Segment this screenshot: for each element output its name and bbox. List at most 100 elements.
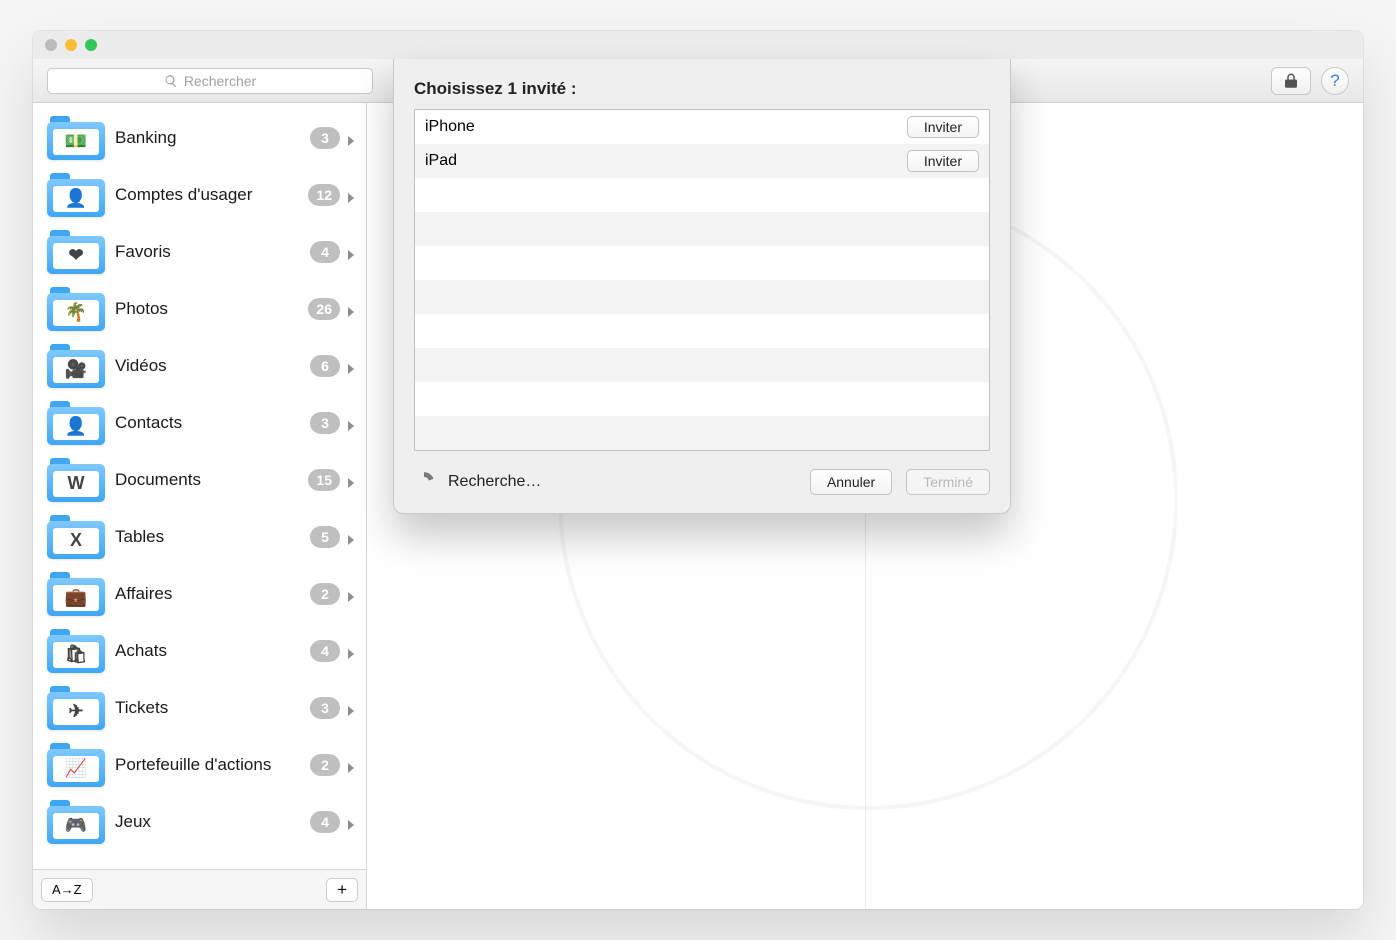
chevron-right-icon <box>346 703 356 713</box>
search-placeholder: Rechercher <box>184 73 256 89</box>
chevron-right-icon <box>346 133 356 143</box>
sidebar-item-label: Banking <box>115 128 310 148</box>
sidebar-item-label: Affaires <box>115 584 310 604</box>
sidebar-item-label: Documents <box>115 470 308 490</box>
chevron-right-icon <box>346 190 356 200</box>
sidebar-item-label: Tables <box>115 527 310 547</box>
folder-icon: 🛍 <box>47 629 105 673</box>
sidebar-item-5[interactable]: 👤 Contacts3 <box>41 394 366 451</box>
sidebar-item-9[interactable]: 🛍Achats4 <box>41 622 366 679</box>
folder-icon: 🎥 <box>47 344 105 388</box>
chevron-right-icon <box>346 361 356 371</box>
window-close-button[interactable] <box>45 39 57 51</box>
spinner-icon <box>414 472 434 492</box>
folder-icon: 💵 <box>47 116 105 160</box>
sidebar-item-6[interactable]: W Documents15 <box>41 451 366 508</box>
sidebar-item-label: Tickets <box>115 698 310 718</box>
sidebar-item-count: 3 <box>310 127 340 149</box>
folder-icon: 💼 <box>47 572 105 616</box>
sidebar-item-2[interactable]: ❤ Favoris4 <box>41 223 366 280</box>
dialog-title: Choisissez 1 invité : <box>414 79 990 99</box>
sidebar-item-count: 4 <box>310 811 340 833</box>
sidebar-item-count: 6 <box>310 355 340 377</box>
folder-icon: 📈 <box>47 743 105 787</box>
chevron-right-icon <box>346 247 356 257</box>
invite-button[interactable]: Inviter <box>907 116 979 138</box>
folder-icon: 👤 <box>47 401 105 445</box>
folder-icon: 🎮 <box>47 800 105 844</box>
folder-icon: W <box>47 458 105 502</box>
cancel-button[interactable]: Annuler <box>810 469 892 495</box>
sidebar-item-label: Comptes d'usager <box>115 185 308 205</box>
sidebar-item-4[interactable]: 🎥 Vidéos6 <box>41 337 366 394</box>
sidebar-item-label: Favoris <box>115 242 310 262</box>
search-icon <box>164 74 178 88</box>
help-button[interactable]: ? <box>1321 67 1349 95</box>
sidebar-item-1[interactable]: 👤 Comptes d'usager12 <box>41 166 366 223</box>
sidebar-item-count: 3 <box>310 697 340 719</box>
folder-icon: 👤 <box>47 173 105 217</box>
sidebar-item-count: 12 <box>308 184 340 206</box>
invite-row-empty <box>415 280 989 314</box>
sidebar-item-label: Vidéos <box>115 356 310 376</box>
sidebar-item-count: 15 <box>308 469 340 491</box>
invite-button[interactable]: Inviter <box>907 150 979 172</box>
invite-row-empty <box>415 314 989 348</box>
sidebar-item-count: 5 <box>310 526 340 548</box>
sidebar-item-count: 3 <box>310 412 340 434</box>
main-window: Rechercher ? 💵Banking3👤Comptes d'usager1… <box>33 31 1363 909</box>
sidebar-item-10[interactable]: ✈ Tickets3 <box>41 679 366 736</box>
invite-row-name: iPhone <box>425 118 907 136</box>
sidebar-item-label: Jeux <box>115 812 310 832</box>
window-minimize-button[interactable] <box>65 39 77 51</box>
chevron-right-icon <box>346 475 356 485</box>
chevron-right-icon <box>346 304 356 314</box>
invite-row-empty <box>415 246 989 280</box>
chevron-right-icon <box>346 418 356 428</box>
sidebar-item-7[interactable]: X Tables5 <box>41 508 366 565</box>
invite-row-empty <box>415 416 989 450</box>
sidebar-item-label: Contacts <box>115 413 310 433</box>
invite-row-name: iPad <box>425 152 907 170</box>
window-titlebar[interactable] <box>33 31 1363 59</box>
chevron-right-icon <box>346 646 356 656</box>
sidebar-item-count: 26 <box>308 298 340 320</box>
sidebar-item-8[interactable]: 💼 Affaires2 <box>41 565 366 622</box>
help-icon: ? <box>1330 71 1339 91</box>
sort-button[interactable]: A→Z <box>41 878 93 902</box>
search-status: Recherche… <box>448 473 796 491</box>
chevron-right-icon <box>346 589 356 599</box>
sidebar-item-count: 4 <box>310 241 340 263</box>
invite-row-empty <box>415 212 989 246</box>
chevron-right-icon <box>346 760 356 770</box>
invite-row-empty <box>415 178 989 212</box>
folder-icon: X <box>47 515 105 559</box>
invite-row-1[interactable]: iPadInviter <box>415 144 989 178</box>
sidebar: 💵Banking3👤Comptes d'usager12❤Favoris4🌴Ph… <box>33 103 367 909</box>
sidebar-item-label: Portefeuille d'actions <box>115 755 310 775</box>
invite-row-0[interactable]: iPhoneInviter <box>415 110 989 144</box>
sidebar-item-3[interactable]: 🌴 Photos26 <box>41 280 366 337</box>
invite-row-empty <box>415 382 989 416</box>
sidebar-item-11[interactable]: 📈 Portefeuille d'actions2 <box>41 736 366 793</box>
sidebar-item-12[interactable]: 🎮 Jeux4 <box>41 793 366 850</box>
window-maximize-button[interactable] <box>85 39 97 51</box>
folder-icon: ✈ <box>47 686 105 730</box>
invite-dialog: Choisissez 1 invité : iPhoneInviteriPadI… <box>393 59 1011 514</box>
sidebar-item-0[interactable]: 💵 Banking3 <box>41 109 366 166</box>
folder-icon: ❤ <box>47 230 105 274</box>
folder-icon: 🌴 <box>47 287 105 331</box>
search-input[interactable]: Rechercher <box>47 68 373 94</box>
sidebar-item-label: Photos <box>115 299 308 319</box>
lock-button[interactable] <box>1271 67 1311 95</box>
chevron-right-icon <box>346 532 356 542</box>
done-button[interactable]: Terminé <box>906 469 990 495</box>
sidebar-item-count: 2 <box>310 583 340 605</box>
chevron-right-icon <box>346 817 356 827</box>
sidebar-footer: A→Z + <box>33 869 366 909</box>
lock-icon <box>1282 72 1300 90</box>
add-button[interactable]: + <box>326 878 358 902</box>
sidebar-item-count: 2 <box>310 754 340 776</box>
invite-row-empty <box>415 348 989 382</box>
sidebar-item-label: Achats <box>115 641 310 661</box>
